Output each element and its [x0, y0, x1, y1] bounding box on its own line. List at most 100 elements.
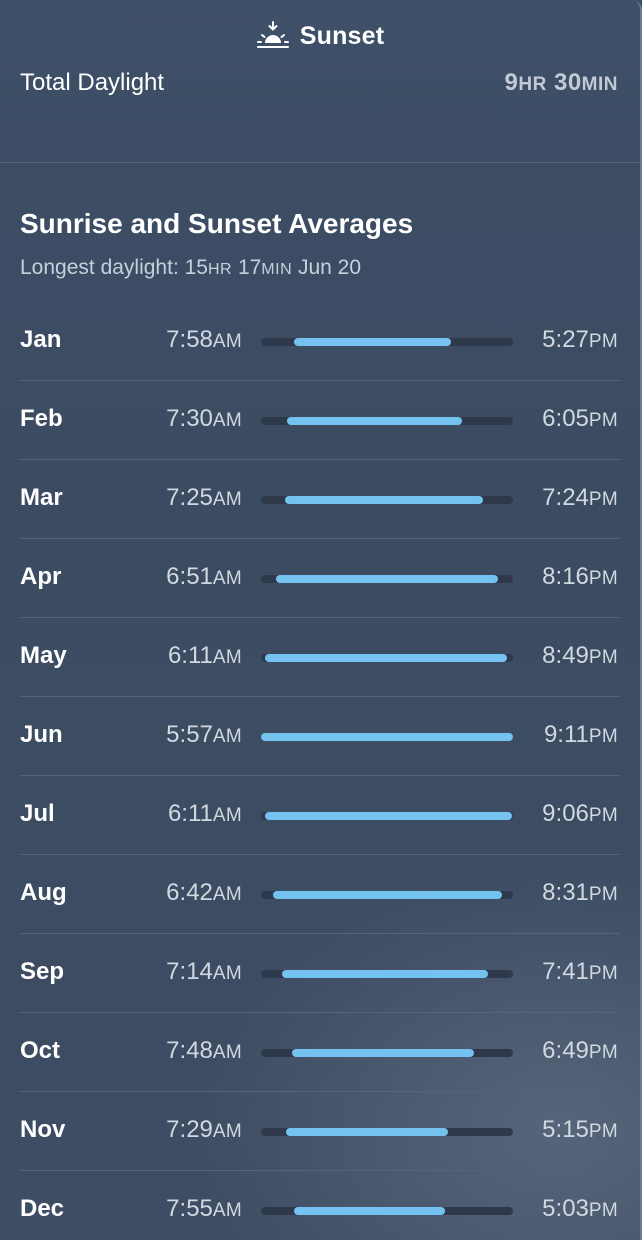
- daylight-minutes: 30: [553, 69, 582, 96]
- longest-hours: 15: [184, 256, 208, 279]
- sunset-ampm: PM: [588, 726, 618, 747]
- month-row-jul: Jul 6:11AM 9:06PM: [20, 776, 620, 855]
- longest-daylight-label: Longest daylight:: [20, 256, 185, 279]
- daylight-bar-track: [261, 1207, 513, 1215]
- averages-subtitle: Longest daylight: 15HR 17MIN Jun 20: [20, 256, 361, 280]
- month-row-nov: Nov 7:29AM 5:15PM: [20, 1092, 620, 1171]
- sunset-value: 6:05: [542, 405, 589, 432]
- month-row-jun: Jun 5:57AM 9:11PM: [20, 697, 620, 776]
- month-label: Jun: [20, 721, 63, 748]
- month-label: May: [20, 642, 67, 669]
- daylight-minutes-unit: MIN: [581, 74, 618, 95]
- sunrise-time: 7:14AM: [166, 958, 242, 986]
- sunset-time: 8:31PM: [542, 879, 618, 907]
- daylight-bar-track: [261, 891, 513, 899]
- daylight-bar-track: [261, 338, 513, 346]
- daylight-bar-track: [261, 417, 513, 425]
- month-label: Jan: [20, 326, 62, 353]
- total-daylight-label: Total Daylight: [20, 69, 165, 96]
- sunrise-time: 6:11AM: [168, 642, 242, 670]
- sunset-icon: [256, 21, 289, 48]
- daylight-bar-track: [261, 733, 513, 741]
- sunset-time: 7:24PM: [542, 484, 618, 512]
- sunset-value: 5:27: [542, 326, 589, 353]
- sunrise-ampm: AM: [212, 647, 242, 668]
- total-daylight-value: 9HR 30MIN: [504, 69, 618, 97]
- sunset-value: 9:06: [542, 800, 589, 827]
- sunrise-value: 6:42: [166, 879, 213, 906]
- sunrise-time: 6:11AM: [168, 800, 242, 828]
- sunset-ampm: PM: [588, 1200, 618, 1221]
- longest-minutes-unit: MIN: [261, 261, 293, 278]
- averages-title: Sunrise and Sunset Averages: [20, 208, 414, 239]
- month-label: Dec: [20, 1195, 65, 1222]
- sunset-ampm: PM: [588, 1042, 618, 1063]
- sunrise-value: 6:11: [167, 800, 213, 827]
- sunrise-ampm: AM: [212, 1042, 242, 1063]
- sunrise-ampm: AM: [212, 331, 242, 352]
- month-row-oct: Oct 7:48AM 6:49PM: [20, 1013, 620, 1092]
- month-row-feb: Feb 7:30AM 6:05PM: [20, 381, 620, 460]
- daylight-bar-track: [261, 1049, 513, 1057]
- month-label: Nov: [20, 1116, 66, 1143]
- daylight-bar-fill: [286, 417, 462, 425]
- window-title: Sunset: [299, 21, 385, 50]
- sunrise-time: 7:30AM: [166, 405, 242, 433]
- sunrise-ampm: AM: [212, 1200, 242, 1221]
- daylight-bar-track: [261, 1128, 513, 1136]
- sunset-ampm: PM: [588, 410, 618, 431]
- sunset-value: 5:15: [542, 1116, 589, 1143]
- sunset-time: 6:05PM: [542, 405, 618, 433]
- sunrise-ampm: AM: [212, 805, 242, 826]
- sunrise-ampm: AM: [212, 1121, 242, 1142]
- sunset-value: 7:41: [542, 958, 589, 985]
- sunset-value: 5:03: [542, 1195, 589, 1222]
- sunrise-value: 7:25: [166, 484, 213, 511]
- sunrise-time: 7:48AM: [166, 1037, 242, 1065]
- month-row-sep: Sep 7:14AM 7:41PM: [20, 934, 620, 1013]
- sunrise-time: 7:55AM: [166, 1195, 242, 1223]
- sunset-ampm: PM: [588, 963, 618, 984]
- daylight-hours: 9: [504, 69, 519, 96]
- daylight-bar-fill: [264, 812, 512, 820]
- sunrise-time: 7:58AM: [166, 326, 242, 354]
- section-divider: [0, 162, 640, 163]
- daylight-bar-fill: [291, 1049, 474, 1057]
- month-label: Oct: [20, 1037, 61, 1064]
- monthly-averages-list: Jan 7:58AM 5:27PM Feb 7:30AM 6:05PM Mar 7:25AM 7…: [0, 302, 640, 1240]
- month-label: Jul: [20, 800, 55, 827]
- sunset-ampm: PM: [588, 568, 618, 589]
- longest-date: Jun 20: [297, 256, 362, 279]
- sunset-value: 8:49: [542, 642, 589, 669]
- sunrise-ampm: AM: [212, 489, 242, 510]
- sunset-time: 8:16PM: [542, 563, 618, 591]
- month-label: Aug: [20, 879, 67, 906]
- daylight-bar-fill: [273, 891, 502, 899]
- month-label: Sep: [20, 958, 65, 985]
- sunset-time: 9:11PM: [544, 721, 618, 749]
- daylight-bar-fill: [264, 654, 507, 662]
- sunrise-value: 7:55: [166, 1195, 213, 1222]
- sunset-value: 8:16: [542, 563, 589, 590]
- longest-minutes: 17: [237, 256, 262, 279]
- sunset-time: 6:49PM: [542, 1037, 618, 1065]
- month-label: Feb: [20, 405, 63, 432]
- daylight-bar-fill: [282, 970, 489, 978]
- month-row-apr: Apr 6:51AM 8:16PM: [20, 539, 620, 618]
- sunset-time: 5:15PM: [542, 1116, 618, 1144]
- sunset-time: 5:27PM: [542, 326, 618, 354]
- sunset-ampm: PM: [588, 1121, 618, 1142]
- sunset-ampm: PM: [588, 331, 618, 352]
- daylight-bar-track: [261, 575, 513, 583]
- sunset-ampm: PM: [588, 805, 618, 826]
- sunset-time: 8:49PM: [542, 642, 618, 670]
- sunset-time: 9:06PM: [542, 800, 618, 828]
- sunset-ampm: PM: [588, 884, 618, 905]
- sunset-value: 6:49: [542, 1037, 589, 1064]
- daylight-bar-fill: [261, 733, 513, 741]
- daylight-bar-fill: [293, 1207, 445, 1215]
- sunrise-ampm: AM: [212, 568, 242, 589]
- daylight-bar-fill: [286, 1128, 448, 1136]
- sunset-ampm: PM: [588, 647, 618, 668]
- sunrise-value: 7:48: [166, 1037, 213, 1064]
